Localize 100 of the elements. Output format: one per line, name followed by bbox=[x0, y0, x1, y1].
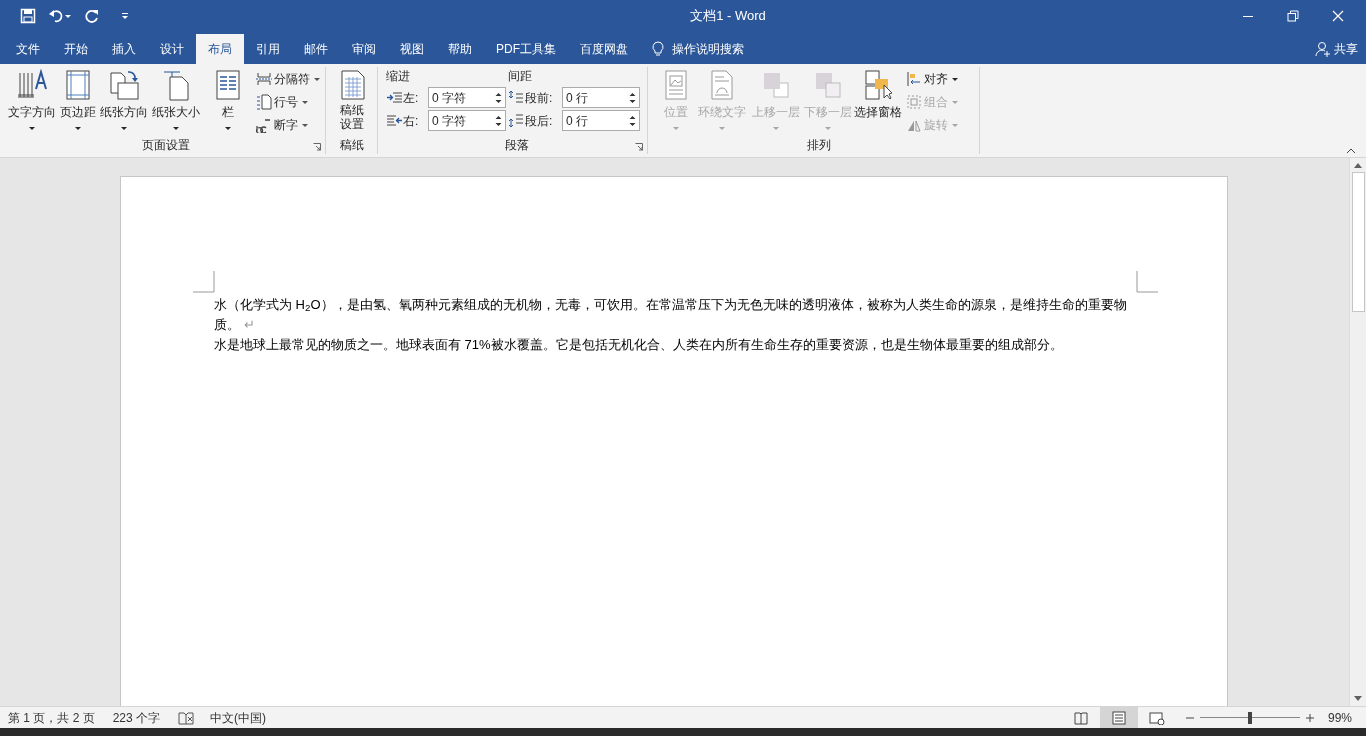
tell-me-search[interactable]: 操作说明搜索 bbox=[672, 40, 744, 58]
ribbon-tab[interactable]: 设计 bbox=[148, 34, 196, 64]
spacing-before-icon bbox=[508, 89, 524, 106]
ribbon-tab[interactable]: 插入 bbox=[100, 34, 148, 64]
caret-icon bbox=[302, 100, 308, 104]
caret-icon bbox=[121, 127, 127, 130]
field-label: 段后: bbox=[525, 112, 554, 130]
ribbon-tab[interactable]: 帮助 bbox=[436, 34, 484, 64]
ribbon-button[interactable]: 稿纸 设置 bbox=[326, 69, 377, 131]
ribbon-tab[interactable]: 开始 bbox=[52, 34, 100, 64]
restore-icon[interactable] bbox=[1287, 10, 1299, 22]
group-label: 排列 bbox=[806, 137, 831, 154]
field-label: 左: bbox=[403, 89, 420, 107]
selection-pane-icon bbox=[862, 69, 894, 101]
ribbon-tab[interactable]: 审阅 bbox=[340, 34, 388, 64]
zoom-in-icon[interactable] bbox=[1305, 713, 1314, 722]
group-label: 页面设置 bbox=[141, 137, 190, 154]
ribbon-tab[interactable]: 视图 bbox=[388, 34, 436, 64]
web-view-icon bbox=[1148, 710, 1165, 725]
orientation-icon bbox=[108, 69, 140, 101]
paragraph: 水（化学式为 H$_{2}$O），是由氢、氧两种元素组成的无机物，无毒，可饮用。在常温常压下为无色无味的透明液体，被称为人类生命的源泉，是维持生命的重要物质。 ↵ bbox=[214, 296, 1128, 334]
scroll-thumb[interactable] bbox=[1351, 172, 1365, 312]
ribbon-button[interactable]: 断字 bbox=[256, 115, 320, 135]
caret-icon bbox=[952, 123, 958, 127]
caret-icon bbox=[825, 127, 831, 130]
caret-icon bbox=[302, 123, 308, 127]
caret-icon bbox=[952, 77, 958, 81]
ribbon-button[interactable]: 页边距 bbox=[58, 69, 98, 130]
hyphenation-icon bbox=[256, 117, 272, 133]
crop-mark-icon bbox=[193, 271, 215, 293]
read-view-icon bbox=[1072, 710, 1089, 725]
field-label: 右: bbox=[403, 112, 420, 130]
caret-icon bbox=[314, 77, 320, 81]
group-label: 稿纸 bbox=[339, 137, 364, 154]
share-button[interactable]: 共享 bbox=[1315, 34, 1358, 64]
indent-right-icon bbox=[386, 112, 402, 129]
proofing-icon[interactable] bbox=[178, 710, 195, 725]
lightbulb-icon[interactable] bbox=[652, 41, 664, 57]
spin-arrows-icon bbox=[495, 114, 502, 127]
zoom-slider[interactable] bbox=[1199, 711, 1300, 724]
view-button[interactable] bbox=[1099, 707, 1138, 728]
caret-icon bbox=[75, 127, 81, 130]
ribbon-button[interactable]: 纸张大小 bbox=[150, 69, 202, 130]
field-label: 段前: bbox=[525, 89, 554, 107]
save-icon[interactable] bbox=[20, 8, 36, 24]
ribbon-tab[interactable]: 布局 bbox=[196, 34, 244, 64]
group-icon bbox=[906, 94, 922, 110]
customize-icon[interactable] bbox=[120, 11, 130, 21]
spin-arrows-icon bbox=[629, 114, 636, 127]
caret-icon bbox=[673, 127, 679, 130]
section-label: 间距 bbox=[508, 69, 532, 85]
ribbon-tab[interactable]: 文件 bbox=[4, 34, 52, 64]
scroll-down-icon bbox=[1354, 696, 1362, 701]
ribbon-tab[interactable]: PDF工具集 bbox=[484, 34, 568, 64]
line-numbers-icon bbox=[256, 94, 272, 110]
spin-arrows-icon bbox=[629, 91, 636, 104]
ribbon-button[interactable]: 纸张方向 bbox=[98, 69, 150, 130]
word-count[interactable]: 223 个字 bbox=[112, 708, 161, 727]
spin-field[interactable]: 0 字符 bbox=[428, 87, 506, 108]
ribbon-button[interactable]: 对齐 bbox=[906, 69, 958, 89]
caret-icon bbox=[719, 127, 725, 130]
undo-icon[interactable] bbox=[48, 8, 72, 24]
dialog-launcher-icon[interactable] bbox=[313, 143, 321, 151]
ribbon-button[interactable]: 文字方向 bbox=[6, 69, 58, 130]
page-count[interactable]: 第 1 页，共 2 页 bbox=[8, 708, 95, 727]
paragraph: 水是地球上最常见的物质之一。地球表面有 71%被水覆盖。它是包括无机化合、人类在内所有生命生存的重要资源，也是生物体最重要的组成部分。 bbox=[214, 336, 1064, 354]
ribbon-button[interactable]: 栏 bbox=[202, 69, 254, 130]
spacing-after-icon bbox=[508, 112, 524, 129]
zoom-level[interactable]: 99% bbox=[1327, 708, 1352, 727]
scrollbar[interactable] bbox=[1349, 158, 1366, 706]
dialog-launcher-icon[interactable] bbox=[635, 143, 643, 151]
print-view-icon bbox=[1110, 710, 1127, 725]
crop-mark-icon bbox=[1136, 271, 1158, 293]
person-add-icon bbox=[1315, 41, 1331, 57]
caret-icon bbox=[225, 127, 231, 130]
ribbon-button[interactable]: 选择窗格 bbox=[854, 69, 902, 121]
ribbon-button[interactable]: 行号 bbox=[256, 92, 320, 112]
spin-field[interactable]: 0 行 bbox=[562, 87, 640, 108]
spin-arrows-icon bbox=[495, 91, 502, 104]
caret-icon bbox=[773, 127, 779, 130]
scroll-up-icon bbox=[1354, 163, 1362, 168]
language-status[interactable]: 中文(中国) bbox=[210, 708, 267, 727]
ribbon-tab[interactable]: 百度网盘 bbox=[568, 34, 640, 64]
spin-field[interactable]: 0 行 bbox=[562, 110, 640, 131]
caret-icon bbox=[173, 127, 179, 130]
group-label: 段落 bbox=[504, 137, 529, 154]
collapse-ribbon-icon[interactable] bbox=[1346, 148, 1356, 154]
ribbon-tab[interactable]: 引用 bbox=[244, 34, 292, 64]
text-direction-icon bbox=[16, 69, 48, 101]
zoom-slider-thumb[interactable] bbox=[1247, 711, 1252, 724]
redo-icon[interactable] bbox=[84, 8, 100, 24]
ribbon-tab[interactable]: 邮件 bbox=[292, 34, 340, 64]
align-icon bbox=[906, 71, 922, 87]
spin-field[interactable]: 0 字符 bbox=[428, 110, 506, 131]
caret-icon bbox=[29, 127, 35, 130]
indent-left-icon bbox=[386, 89, 402, 106]
close-icon[interactable] bbox=[1331, 10, 1344, 22]
caret-icon bbox=[952, 100, 958, 104]
window-title: 文档1 - Word bbox=[689, 7, 767, 26]
ribbon-button[interactable]: 分隔符 bbox=[256, 69, 320, 89]
